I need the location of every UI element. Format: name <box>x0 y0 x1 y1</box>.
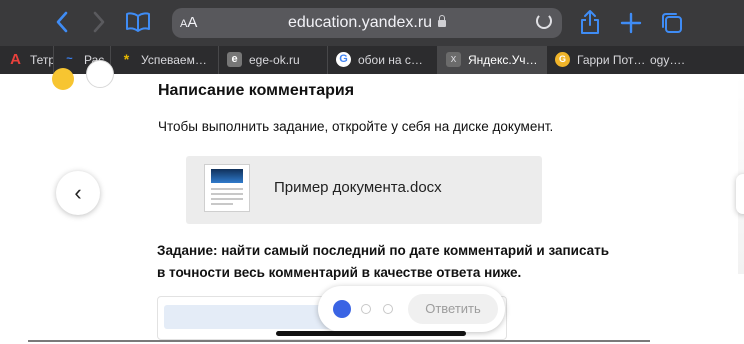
tab-item[interactable]: ogy…. <box>646 46 744 74</box>
url-text[interactable]: education.yandex.ru <box>172 14 562 32</box>
tab-item[interactable]: * Успеваем… <box>110 46 219 74</box>
tab-item[interactable]: G Гарри Пот… <box>546 46 647 74</box>
horizontal-scrollbar[interactable] <box>28 340 650 342</box>
pager-widget: Ответить <box>318 286 505 332</box>
home-indicator <box>276 331 466 336</box>
document-attachment[interactable]: Пример документа.docx <box>186 156 542 224</box>
previous-button[interactable]: ‹ <box>56 171 100 215</box>
tabs-overview-icon[interactable] <box>660 11 684 39</box>
favicon-icon: G <box>336 52 351 67</box>
tab-item[interactable]: e ege-ok.ru <box>218 46 328 74</box>
tab-item[interactable]: G обои на с… <box>327 46 438 74</box>
new-tab-icon[interactable] <box>620 12 642 38</box>
submit-button[interactable]: Ответить <box>408 294 498 324</box>
forward-icon[interactable] <box>92 11 106 37</box>
favicon-icon: ~ <box>66 53 73 65</box>
bookmarks-icon[interactable] <box>125 12 151 36</box>
document-name: Пример документа.docx <box>274 179 442 196</box>
favicon-icon: e <box>227 52 242 67</box>
share-icon[interactable] <box>580 9 600 39</box>
pager-dot[interactable] <box>383 304 393 314</box>
favicon-icon: * <box>123 51 130 67</box>
instruction-text: Чтобы выполнить задание, откройте у себя… <box>158 119 554 134</box>
menu-button[interactable] <box>86 60 114 88</box>
close-tab-icon[interactable]: x <box>446 52 461 67</box>
reload-icon[interactable] <box>536 13 552 29</box>
favicon-icon: G <box>555 52 570 67</box>
lock-icon <box>438 15 447 27</box>
task-text: Задание: найти самый последний по дате к… <box>157 243 610 280</box>
yandex-logo-icon <box>52 68 74 90</box>
page-content: Написание комментария Чтобы выполнить за… <box>0 60 744 344</box>
pager-dot[interactable] <box>361 304 371 314</box>
document-thumbnail-icon <box>204 164 250 212</box>
address-bar[interactable]: AA education.yandex.ru <box>172 8 562 38</box>
back-icon[interactable] <box>55 11 69 37</box>
next-button[interactable] <box>736 174 744 214</box>
favicon-icon: A <box>10 51 21 68</box>
tab-item[interactable]: A Тетр <box>0 46 53 74</box>
pager-dot-active[interactable] <box>333 300 351 318</box>
tab-item-active[interactable]: x Яндекс.Уч… <box>437 46 547 74</box>
page-title: Написание комментария <box>158 82 355 99</box>
browser-toolbar: AA education.yandex.ru <box>0 0 744 46</box>
